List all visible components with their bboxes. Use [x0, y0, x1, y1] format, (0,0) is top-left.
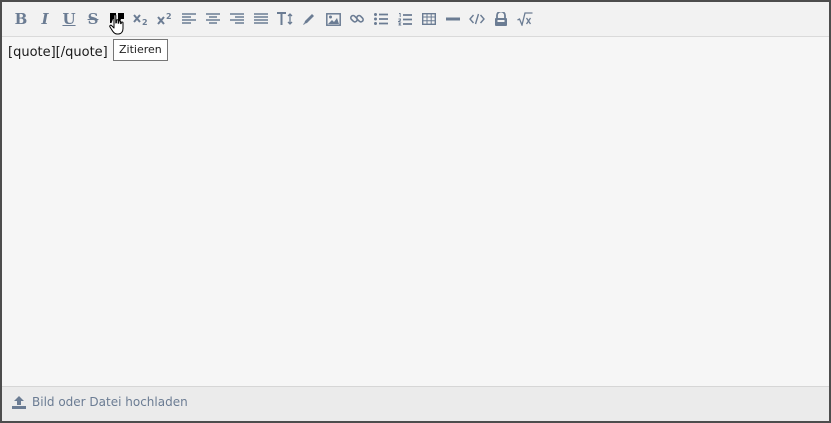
- subscript-icon: 2: [133, 14, 148, 26]
- align-left-button[interactable]: [179, 9, 199, 29]
- superscript-button[interactable]: 2: [155, 9, 175, 29]
- subscript-button[interactable]: 2: [131, 9, 151, 29]
- strikethrough-icon: S: [87, 10, 99, 28]
- italic-icon: I: [41, 10, 49, 28]
- bullet-list-button[interactable]: [371, 9, 391, 29]
- table-icon: [422, 13, 436, 25]
- table-button[interactable]: [419, 9, 439, 29]
- upload-label: Bild oder Datei hochladen: [32, 395, 188, 409]
- square-root-icon: [517, 12, 533, 26]
- link-icon: [350, 14, 364, 23]
- align-right-icon: [230, 13, 244, 24]
- spoiler-button[interactable]: [491, 9, 511, 29]
- underline-icon: U: [62, 10, 76, 28]
- quote-tooltip: Zitieren: [113, 39, 168, 61]
- font-size-button[interactable]: [275, 9, 295, 29]
- bold-button[interactable]: B: [11, 9, 31, 29]
- upload-button[interactable]: Bild oder Datei hochladen: [12, 395, 188, 409]
- math-button[interactable]: [515, 9, 535, 29]
- align-center-button[interactable]: [203, 9, 223, 29]
- align-left-icon: [182, 13, 196, 24]
- hand-cursor-icon: [109, 14, 124, 35]
- italic-button[interactable]: I: [35, 9, 55, 29]
- text-size-icon: [277, 12, 293, 25]
- svg-text:2: 2: [166, 12, 172, 21]
- editor-toolbar: B I U S 2 2: [2, 2, 829, 37]
- justify-button[interactable]: [251, 9, 271, 29]
- numbered-list-icon: [398, 12, 412, 25]
- editor-content[interactable]: [quote][/quote]: [8, 44, 108, 62]
- align-center-icon: [206, 13, 220, 24]
- pencil-icon: [303, 14, 314, 25]
- underline-button[interactable]: U: [59, 9, 79, 29]
- code-icon: [469, 13, 485, 25]
- spoiler-icon: [495, 12, 507, 26]
- strikethrough-button[interactable]: S: [83, 9, 103, 29]
- align-justify-icon: [254, 13, 268, 24]
- align-right-button[interactable]: [227, 9, 247, 29]
- bullet-list-icon: [374, 13, 388, 25]
- image-button[interactable]: [323, 9, 343, 29]
- horizontal-rule-button[interactable]: [443, 9, 463, 29]
- horizontal-rule-icon: [446, 17, 460, 21]
- editor-footer: Bild oder Datei hochladen: [2, 386, 829, 421]
- link-button[interactable]: [347, 9, 367, 29]
- numbered-list-button[interactable]: [395, 9, 415, 29]
- svg-text:2: 2: [142, 18, 148, 26]
- bold-icon: B: [14, 10, 28, 28]
- superscript-icon: 2: [157, 12, 172, 25]
- image-icon: [325, 12, 341, 26]
- upload-icon: [12, 395, 26, 409]
- code-button[interactable]: [467, 9, 487, 29]
- rich-text-editor: B I U S 2 2 [quote][/quote] Bild oder Da…: [0, 0, 831, 423]
- color-button[interactable]: [299, 9, 319, 29]
